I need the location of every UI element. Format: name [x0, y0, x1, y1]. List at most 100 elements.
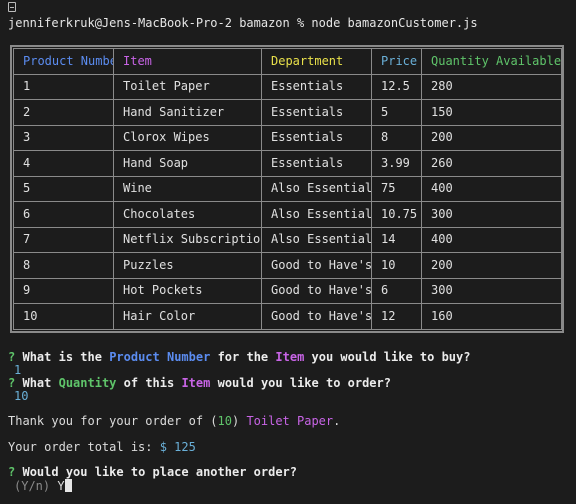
question-another-order: ? Would you like to place another order?: [8, 465, 297, 480]
header-quantity-available: Quantity Available: [421, 48, 562, 75]
cell-item: Netflix Subscription: [113, 226, 262, 253]
cell-item: Hot Pockets: [113, 277, 262, 304]
total-value: $ 125: [159, 440, 196, 454]
cell-department: Also Essential: [261, 226, 372, 253]
question-product-number: ? What is the Product Number for the Ite…: [8, 350, 470, 365]
cell-item: Hand Sanitizer: [113, 99, 262, 126]
cell-product-number: 6: [13, 201, 114, 228]
question-keyword: Item: [275, 350, 305, 364]
confirmation-text: .: [333, 414, 341, 428]
header-product-number: Product Number: [13, 48, 114, 75]
cell-price: 3.99: [371, 150, 422, 177]
total-label: Your order total is:: [8, 440, 153, 454]
order-total: Your order total is: $ 125: [8, 440, 196, 455]
cell-department: Essentials: [261, 73, 372, 100]
cell-product-number: 8: [13, 252, 114, 279]
confirmation-quantity: 10: [217, 414, 232, 428]
header-item: Item: [113, 48, 262, 75]
table-row: 9 Hot Pockets Good to Have's 6 300: [13, 277, 562, 304]
question-text: of this: [123, 376, 175, 390]
question-text: you would like to buy?: [311, 350, 471, 364]
cell-quantity: 200: [421, 252, 562, 279]
cell-product-number: 10: [13, 303, 114, 330]
yes-no-hint: (Y/n): [14, 479, 51, 493]
header-department: Department: [261, 48, 372, 75]
cell-item: Hair Color: [113, 303, 262, 330]
cell-product-number: 2: [13, 99, 114, 126]
table-row: 8 Puzzles Good to Have's 10 200: [13, 252, 562, 279]
table-row: 4 Hand Soap Essentials 3.99 260: [13, 150, 562, 177]
question-keyword: Product Number: [109, 350, 211, 364]
cell-item: Clorox Wipes: [113, 124, 262, 151]
header-price: Price: [371, 48, 422, 75]
confirmation-item: Toilet Paper: [246, 414, 334, 428]
cell-price: 12.5: [371, 73, 422, 100]
question-text: would you like to order?: [217, 376, 391, 390]
cell-product-number: 1: [13, 73, 114, 100]
cell-price: 5: [371, 99, 422, 126]
text-cursor: [64, 479, 72, 492]
table-row: 5 Wine Also Essential 75 400: [13, 175, 562, 202]
confirmation-text: ): [231, 414, 240, 428]
cell-item: Puzzles: [113, 252, 262, 279]
terminal-icon: [8, 2, 16, 12]
cell-quantity: 150: [421, 99, 562, 126]
table-row: 3 Clorox Wipes Essentials 8 200: [13, 124, 562, 151]
cell-price: 75: [371, 175, 422, 202]
cell-department: Good to Have's: [261, 303, 372, 330]
cell-department: Also Essential: [261, 201, 372, 228]
question-mark: ?: [8, 376, 16, 390]
cell-department: Good to Have's: [261, 277, 372, 304]
question-keyword: Quantity: [58, 376, 117, 390]
cell-product-number: 4: [13, 150, 114, 177]
cell-product-number: 9: [13, 277, 114, 304]
cell-quantity: 400: [421, 226, 562, 253]
typed-answer: Y: [57, 479, 65, 493]
table-row: 2 Hand Sanitizer Essentials 5 150: [13, 99, 562, 126]
cell-quantity: 260: [421, 150, 562, 177]
question-mark: ?: [8, 350, 16, 364]
table-header-row: Product Number Item Department Price Qua…: [13, 48, 562, 75]
products-grid: Product Number Item Department Price Qua…: [13, 48, 562, 330]
cell-product-number: 5: [13, 175, 114, 202]
question-quantity: ? What Quantity of this Item would you l…: [8, 376, 391, 391]
table-row: 7 Netflix Subscription Also Essential 14 400: [13, 226, 562, 253]
answer-another-order[interactable]: (Y/n) Y: [14, 479, 72, 494]
cell-item: Toilet Paper: [113, 73, 262, 100]
cell-price: 6: [371, 277, 422, 304]
question-text: for the: [217, 350, 269, 364]
cell-item: Chocolates: [113, 201, 262, 228]
cell-price: 10: [371, 252, 422, 279]
cell-price: 8: [371, 124, 422, 151]
cell-department: Also Essential: [261, 175, 372, 202]
table-row: 6 Chocolates Also Essential 10.75 300: [13, 201, 562, 228]
cell-department: Essentials: [261, 124, 372, 151]
table-row: 1 Toilet Paper Essentials 12.5 280: [13, 73, 562, 100]
table-row: 10 Hair Color Good to Have's 12 160: [13, 303, 562, 330]
cell-department: Essentials: [261, 150, 372, 177]
cell-price: 14: [371, 226, 422, 253]
cell-quantity: 300: [421, 277, 562, 304]
confirmation-text: Thank you for your order of (: [8, 414, 218, 428]
question-text: What is the: [22, 350, 102, 364]
shell-prompt: jenniferkruk@Jens-MacBook-Pro-2 bamazon …: [8, 16, 478, 30]
cell-product-number: 7: [13, 226, 114, 253]
question-text: Would you like to place another order?: [22, 465, 298, 479]
cell-quantity: 280: [421, 73, 562, 100]
answer-quantity: 10: [14, 389, 29, 403]
cell-quantity: 300: [421, 201, 562, 228]
products-table: Product Number Item Department Price Qua…: [10, 45, 564, 333]
question-mark: ?: [8, 465, 16, 479]
cell-quantity: 160: [421, 303, 562, 330]
question-text: What: [22, 376, 52, 390]
cell-department: Good to Have's: [261, 252, 372, 279]
cell-quantity: 400: [421, 175, 562, 202]
cell-department: Essentials: [261, 99, 372, 126]
cell-item: Hand Soap: [113, 150, 262, 177]
terminal-window[interactable]: jenniferkruk@Jens-MacBook-Pro-2 bamazon …: [0, 0, 576, 504]
cell-price: 10.75: [371, 201, 422, 228]
order-confirmation: Thank you for your order of (10) Toilet …: [8, 414, 340, 429]
cell-price: 12: [371, 303, 422, 330]
cell-quantity: 200: [421, 124, 562, 151]
cell-item: Wine: [113, 175, 262, 202]
